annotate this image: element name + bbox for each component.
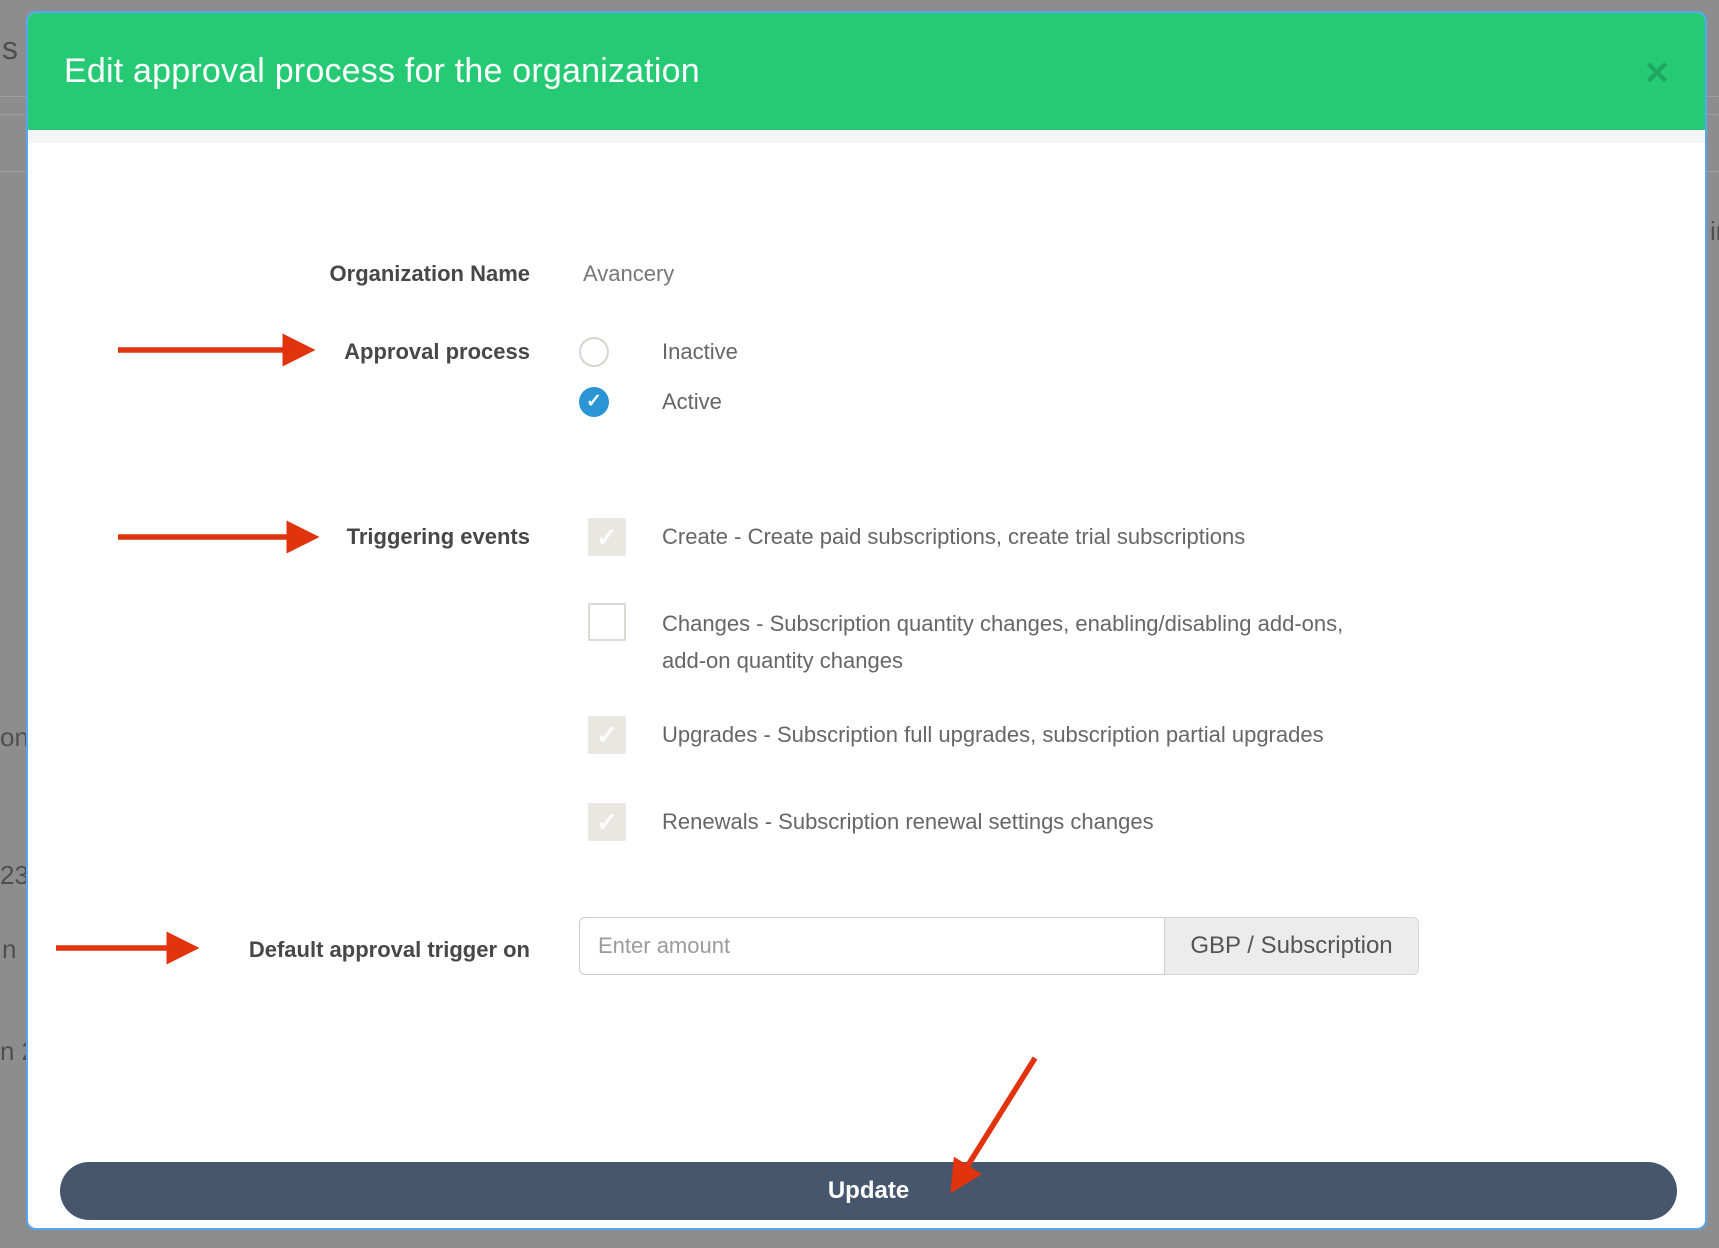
- background-text-fragment: in: [1710, 216, 1719, 247]
- background-text-fragment: on: [0, 722, 29, 753]
- radio-active-label: Active: [662, 389, 722, 415]
- header-divider: [28, 130, 1705, 143]
- edit-approval-process-modal: Edit approval process for the organizati…: [26, 11, 1707, 1230]
- update-button[interactable]: Update: [60, 1162, 1677, 1220]
- check-icon: ✓: [588, 518, 626, 556]
- radio-inactive-label: Inactive: [662, 339, 738, 365]
- modal-header: Edit approval process for the organizati…: [28, 13, 1705, 130]
- checkbox-changes-label: Changes - Subscription quantity changes,…: [662, 605, 1372, 679]
- check-icon: ✓: [588, 803, 626, 841]
- checkbox-upgrades-label: Upgrades - Subscription full upgrades, s…: [662, 722, 1324, 748]
- organization-name-value: Avancery: [583, 261, 674, 287]
- checkbox-renewals-label: Renewals - Subscription renewal settings…: [662, 809, 1154, 835]
- currency-unit-addon: GBP / Subscription: [1165, 917, 1419, 975]
- triggering-events-label: Triggering events: [108, 524, 530, 550]
- check-icon: ✓: [579, 387, 609, 417]
- checkbox-create-label: Create - Create paid subscriptions, crea…: [662, 524, 1245, 550]
- checkbox-renewals: ✓: [588, 803, 626, 841]
- organization-name-label: Organization Name: [108, 261, 530, 287]
- radio-inactive[interactable]: [579, 337, 609, 367]
- amount-input[interactable]: [579, 917, 1165, 975]
- checkbox-create: ✓: [588, 518, 626, 556]
- check-icon: ✓: [588, 716, 626, 754]
- checkbox-upgrades: ✓: [588, 716, 626, 754]
- background-text-fragment: n: [2, 934, 16, 965]
- close-icon[interactable]: ✕: [1637, 53, 1677, 93]
- checkbox-changes[interactable]: [588, 603, 626, 641]
- approval-process-label: Approval process: [108, 339, 530, 365]
- modal-title: Edit approval process for the organizati…: [28, 52, 700, 91]
- default-approval-trigger-label: Default approval trigger on: [108, 937, 530, 963]
- radio-active[interactable]: ✓: [579, 387, 609, 417]
